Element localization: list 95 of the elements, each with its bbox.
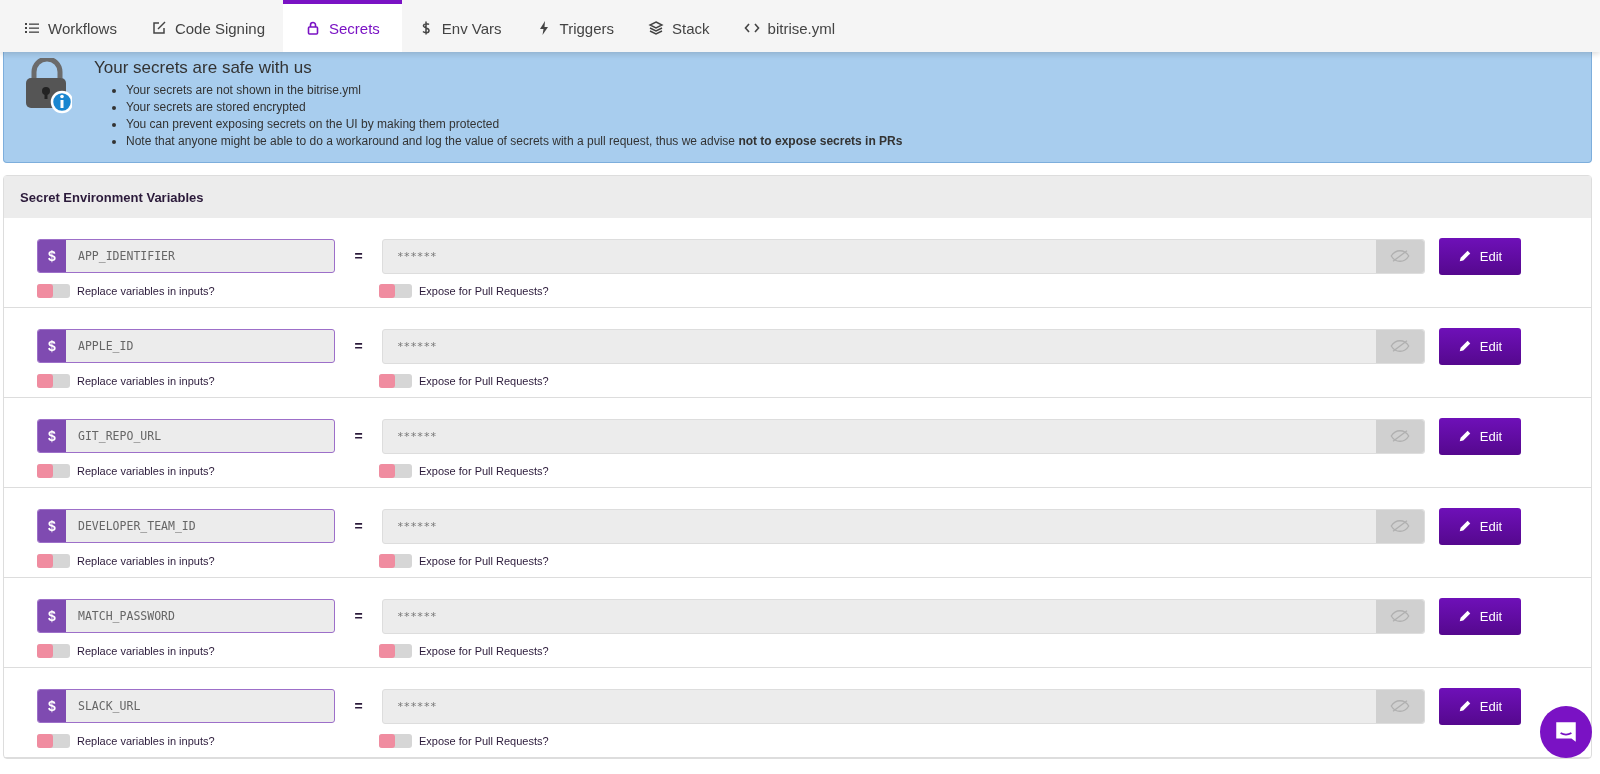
toggle-label: Expose for Pull Requests?	[419, 555, 549, 567]
equals-sign: =	[353, 698, 364, 714]
key-field[interactable]: $ APP_IDENTIFIER	[37, 239, 335, 273]
chat-icon	[1553, 719, 1579, 745]
dollar-badge: $	[38, 690, 66, 722]
toggle-switch[interactable]	[37, 284, 70, 298]
toggle-switch[interactable]	[37, 374, 70, 388]
value-field[interactable]: ******	[382, 418, 1425, 454]
banner-item: You can prevent exposing secrets on the UI by making them protected	[126, 116, 500, 133]
toggle-switch[interactable]	[37, 734, 70, 748]
tab[interactable]: Workflows	[8, 0, 135, 52]
banner-item: Your secrets are stored encrypted	[126, 99, 306, 116]
bullet-icon	[112, 105, 116, 110]
chat-button[interactable]	[1540, 706, 1592, 758]
pencil-icon	[1457, 609, 1472, 623]
tab[interactable]: Env Vars	[401, 0, 520, 52]
section-title: Secret Environment Variables	[20, 189, 204, 205]
dollar-badge: $	[38, 600, 66, 632]
bullet-icon	[112, 139, 116, 144]
key-field[interactable]: $ SLACK_URL	[37, 689, 335, 723]
toggle-label: Replace variables in inputs?	[77, 645, 215, 657]
toggle-label: Expose for Pull Requests?	[419, 285, 549, 297]
value-field[interactable]: ******	[382, 598, 1425, 634]
eye-slash-icon	[1389, 429, 1411, 443]
toggle-label: Expose for Pull Requests?	[419, 465, 549, 477]
toggle-switch[interactable]	[37, 554, 70, 568]
equals-sign: =	[353, 608, 364, 624]
equals-sign: =	[353, 428, 364, 444]
toggle-switch[interactable]	[379, 734, 412, 748]
toggle-label: Replace variables in inputs?	[77, 375, 215, 387]
edit-button[interactable]: Edit	[1439, 237, 1521, 275]
hidden-eye-button[interactable]	[1376, 239, 1424, 273]
toggle-switch[interactable]	[379, 374, 412, 388]
pencil-icon	[1457, 339, 1472, 353]
key-field[interactable]: $ DEVELOPER_TEAM_ID	[37, 509, 335, 543]
tab[interactable]: bitrise.yml	[727, 0, 854, 52]
edit-button[interactable]: Edit	[1439, 507, 1521, 545]
toggle-switch[interactable]	[379, 284, 412, 298]
pencil-icon	[1457, 429, 1472, 443]
hidden-eye-button[interactable]	[1376, 689, 1424, 723]
hidden-eye-button[interactable]	[1376, 509, 1424, 543]
toggle-label: Expose for Pull Requests?	[419, 645, 549, 657]
bullet-icon	[112, 88, 116, 93]
value-field[interactable]: ******	[382, 508, 1425, 544]
key-field[interactable]: $ GIT_REPO_URL	[37, 419, 335, 453]
eye-slash-icon	[1389, 609, 1411, 623]
edit-icon	[150, 20, 167, 36]
toggle-switch[interactable]	[379, 644, 412, 658]
toggle-label: Expose for Pull Requests?	[419, 375, 549, 387]
edit-button[interactable]: Edit	[1439, 597, 1521, 635]
eye-slash-icon	[1389, 249, 1411, 263]
tab[interactable]: Code Signing	[134, 0, 283, 52]
dollar-badge: $	[38, 420, 66, 452]
hidden-eye-button[interactable]	[1376, 599, 1424, 633]
banner-item: Your secrets are not shown in the bitrise.yml	[126, 82, 361, 99]
pencil-icon	[1457, 519, 1472, 533]
equals-sign: =	[353, 248, 364, 264]
toggle-label: Replace variables in inputs?	[77, 735, 215, 747]
eye-slash-icon	[1389, 519, 1411, 533]
key-field[interactable]: $ APPLE_ID	[37, 329, 335, 363]
hidden-eye-button[interactable]	[1376, 329, 1424, 363]
tab[interactable]: Triggers	[519, 0, 633, 52]
value-field[interactable]: ******	[382, 688, 1425, 724]
key-field[interactable]: $ MATCH_PASSWORD	[37, 599, 335, 633]
edit-button[interactable]: Edit	[1439, 327, 1521, 365]
dollar-badge: $	[38, 240, 66, 272]
dollar-badge: $	[38, 510, 66, 542]
dollar-badge: $	[38, 330, 66, 362]
lock-icon	[305, 20, 321, 36]
value-field[interactable]: ******	[382, 238, 1425, 274]
edit-button[interactable]: Edit	[1439, 687, 1521, 725]
toggle-label: Expose for Pull Requests?	[419, 735, 549, 747]
eye-slash-icon	[1389, 339, 1411, 353]
toggle-label: Replace variables in inputs?	[77, 285, 215, 297]
toggle-switch[interactable]	[37, 644, 70, 658]
toggle-switch[interactable]	[379, 554, 412, 568]
equals-sign: =	[353, 338, 364, 354]
tab[interactable]: Secrets	[283, 0, 402, 52]
banner-title: Your secrets are safe with us	[94, 58, 313, 78]
list-icon	[24, 20, 40, 36]
eye-slash-icon	[1389, 699, 1411, 713]
toggle-switch[interactable]	[37, 464, 70, 478]
toggle-label: Replace variables in inputs?	[77, 465, 215, 477]
equals-sign: =	[353, 518, 364, 534]
value-field[interactable]: ******	[382, 328, 1425, 364]
tab[interactable]: Stack	[632, 0, 728, 52]
bullet-icon	[112, 122, 116, 127]
layers-icon	[648, 20, 665, 36]
pencil-icon	[1457, 249, 1472, 263]
banner-item: Note that anyone might be able to do a workaround and log the value of secrets with a pull request, thus we advise not to expose secrets in PRs	[126, 133, 903, 150]
edit-button[interactable]: Edit	[1439, 417, 1521, 455]
pencil-icon	[1457, 699, 1472, 713]
toggle-switch[interactable]	[379, 464, 412, 478]
toggle-label: Replace variables in inputs?	[77, 555, 215, 567]
hidden-eye-button[interactable]	[1376, 419, 1424, 453]
